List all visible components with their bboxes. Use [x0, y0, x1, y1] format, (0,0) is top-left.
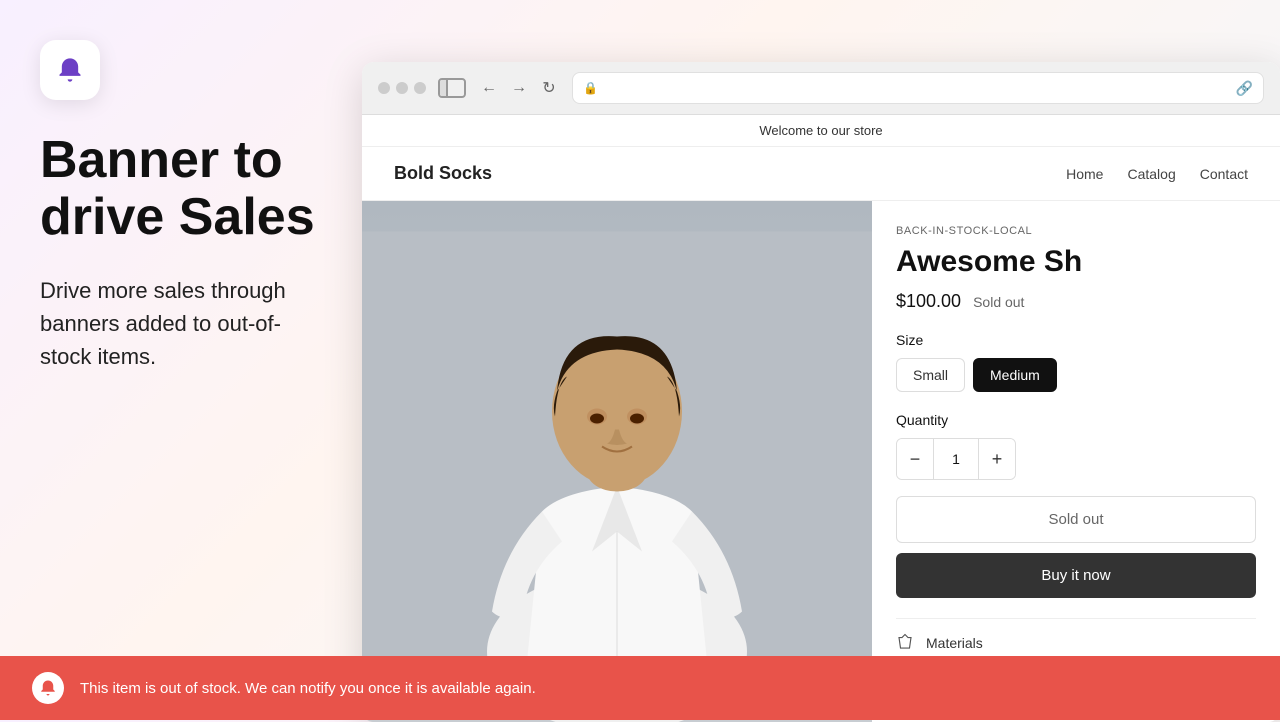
nav-catalog[interactable]: Catalog — [1127, 166, 1175, 182]
size-medium[interactable]: Medium — [973, 358, 1057, 392]
sold-out-button: Sold out — [896, 496, 1256, 543]
page-headline: Banner to drive Sales — [40, 132, 320, 246]
notification-text: This item is out of stock. We can notify… — [80, 680, 536, 697]
product-tag: BACK-IN-STOCK-LOCAL — [896, 225, 1256, 237]
browser-window: ← → ↻ 🔒 🔗 Welcome to our store Bold Sock… — [362, 62, 1280, 722]
store-logo: Bold Socks — [394, 163, 492, 184]
quantity-control: − 1 + — [896, 438, 1016, 480]
store-content: Welcome to our store Bold Socks Home Cat… — [362, 115, 1280, 722]
buy-now-button[interactable]: Buy it now — [896, 553, 1256, 598]
product-area: BACK-IN-STOCK-LOCAL Awesome Sh $100.00 S… — [362, 201, 1280, 722]
bell-icon — [56, 56, 84, 84]
browser-nav: ← → ↻ — [478, 77, 560, 99]
link-icon: 🔗 — [1236, 80, 1253, 97]
size-label: Size — [896, 332, 1256, 348]
product-price: $100.00 — [896, 291, 961, 312]
materials-label: Materials — [926, 635, 1256, 651]
lock-icon: 🔒 — [583, 81, 598, 95]
back-button[interactable]: ← — [478, 77, 500, 99]
store-nav: Bold Socks Home Catalog Contact — [362, 147, 1280, 201]
store-banner: Welcome to our store — [362, 115, 1280, 147]
product-image — [362, 201, 872, 722]
product-price-row: $100.00 Sold out — [896, 291, 1256, 312]
notification-icon-widget — [40, 40, 100, 100]
quantity-value: 1 — [933, 439, 979, 479]
dot-red — [378, 82, 390, 94]
quantity-decrease[interactable]: − — [897, 439, 933, 479]
browser-chrome: ← → ↻ 🔒 🔗 — [362, 62, 1280, 115]
nav-home[interactable]: Home — [1066, 166, 1103, 182]
product-image-column — [362, 201, 872, 722]
left-panel: Banner to drive Sales Drive more sales t… — [0, 0, 360, 720]
nav-contact[interactable]: Contact — [1200, 166, 1248, 182]
product-title: Awesome Sh — [896, 245, 1256, 279]
dot-yellow — [396, 82, 408, 94]
sidebar-toggle-btn[interactable] — [438, 78, 466, 98]
size-options: Small Medium — [896, 358, 1256, 392]
sold-out-badge: Sold out — [973, 294, 1024, 310]
notification-bell-icon — [32, 672, 64, 704]
quantity-increase[interactable]: + — [979, 439, 1015, 479]
browser-dots — [378, 82, 426, 94]
forward-button[interactable]: → — [508, 77, 530, 99]
dot-green — [414, 82, 426, 94]
refresh-button[interactable]: ↻ — [538, 77, 560, 99]
product-photo-svg — [362, 221, 872, 722]
product-details-column: BACK-IN-STOCK-LOCAL Awesome Sh $100.00 S… — [872, 201, 1280, 722]
address-bar[interactable]: 🔒 🔗 — [572, 72, 1264, 104]
notification-bar: This item is out of stock. We can notify… — [0, 656, 1280, 720]
nav-links: Home Catalog Contact — [1066, 166, 1248, 182]
materials-icon — [896, 633, 916, 653]
size-small[interactable]: Small — [896, 358, 965, 392]
quantity-label: Quantity — [896, 412, 1256, 428]
page-subtext: Drive more sales through banners added t… — [40, 274, 320, 373]
